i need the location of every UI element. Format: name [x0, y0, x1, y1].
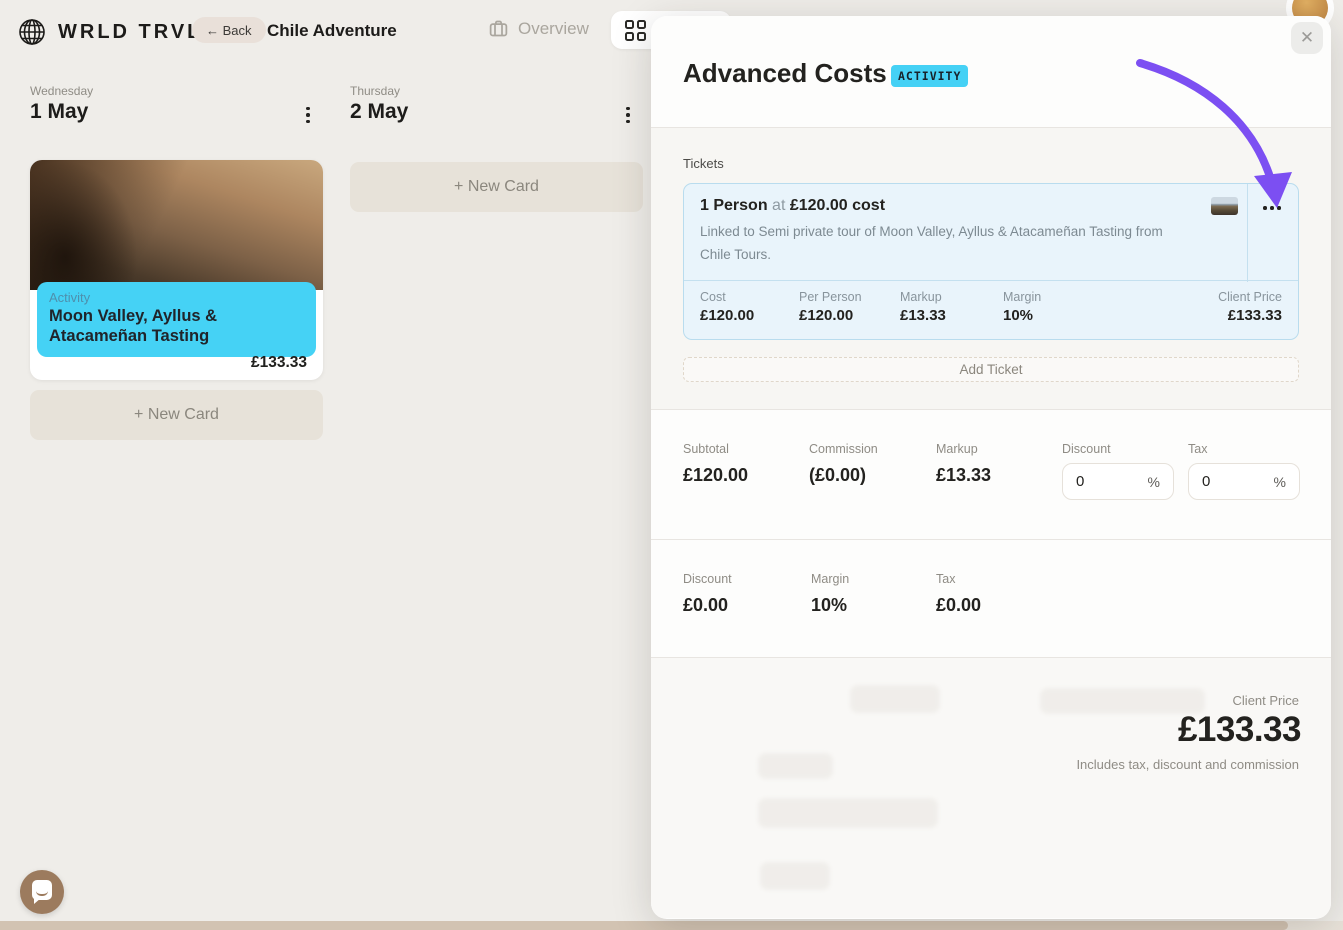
subtotal-field: Subtotal £120.00: [683, 442, 749, 485]
briefcase-icon: [489, 20, 508, 37]
day-column-thursday: Thursday 2 May + New Card: [350, 84, 643, 212]
client-price-note: Includes tax, discount and commission: [1076, 757, 1299, 772]
new-card-button[interactable]: + New Card: [350, 162, 643, 212]
brand-name: WRLD TRVL: [58, 20, 203, 43]
discount-total-field: Discount £0.00: [683, 572, 732, 615]
totals-section: Discount £0.00 Margin 10% Tax £0.00: [651, 540, 1331, 658]
tickets-section-label: Tickets: [683, 156, 724, 171]
activity-badge: ACTIVITY: [891, 65, 969, 87]
activity-card[interactable]: Activity Moon Valley, Ayllus & Atacameña…: [30, 160, 323, 380]
margin-total-field: Margin 10%: [811, 572, 850, 615]
ticket-at-label: at: [772, 197, 786, 214]
advanced-costs-modal: Advanced Costs ACTIVITY ✕ Tickets 1 Pers…: [651, 16, 1331, 919]
percent-suffix: %: [1273, 473, 1286, 490]
discount-percent-field: Discount %: [1062, 442, 1174, 500]
activity-card-image: [30, 160, 323, 290]
ticket-linked-note: Linked to Semi private tour of Moon Vall…: [700, 224, 1163, 262]
tax-percent-field: Tax %: [1188, 442, 1300, 500]
new-card-button[interactable]: + New Card: [30, 390, 323, 440]
ticket-thumbnail-image: [1211, 197, 1238, 215]
card-title: Moon Valley, Ayllus & Atacameñan Tasting: [49, 307, 218, 345]
column-menu-button[interactable]: [617, 102, 639, 128]
tax-input-box: %: [1188, 463, 1300, 500]
ticket-cost-text: £120.00 cost: [789, 197, 886, 214]
ticket-people: 1 Person: [700, 197, 768, 214]
tab-overview[interactable]: Overview: [488, 18, 589, 39]
breakdown-markup: Markup £13.33: [900, 290, 946, 324]
ticket-divider: [1247, 184, 1248, 282]
breakdown-cost: Cost £120.00: [700, 290, 755, 324]
tickets-section: Tickets 1 Person at £120.00 cost Linked …: [651, 128, 1331, 410]
globe-icon: [19, 19, 45, 45]
discount-input[interactable]: [1076, 473, 1136, 490]
breakdown-per-person: Per Person £120.00: [799, 290, 862, 324]
day-label: Thursday: [350, 84, 401, 98]
modal-title: Advanced Costs: [683, 58, 887, 88]
blurred-background-shape: [758, 753, 833, 779]
percent-suffix: %: [1147, 473, 1160, 490]
card-price: £133.33: [250, 354, 307, 371]
column-header: Thursday 2 May: [350, 84, 643, 144]
chat-bubble-icon: [32, 880, 52, 904]
client-price-value: £133.33: [1177, 710, 1302, 749]
trip-title: Chile Adventure: [267, 21, 397, 40]
activity-card-chip: Activity Moon Valley, Ayllus & Atacameña…: [37, 282, 316, 357]
horizontal-scrollbar-thumb[interactable]: [0, 921, 1288, 930]
date-label: 2 May: [350, 100, 409, 123]
client-price-label: Client Price: [1232, 693, 1299, 708]
close-icon[interactable]: ✕: [1291, 22, 1323, 54]
blurred-background-shape: [850, 685, 940, 713]
day-column-wednesday: Wednesday 1 May Activity Moon Valley, Ay…: [30, 84, 323, 440]
horizontal-scrollbar-track[interactable]: [0, 921, 1343, 930]
client-price-section: Client Price £133.33 Includes tax, disco…: [651, 658, 1331, 918]
ticket-ellipsis-menu-button[interactable]: [1257, 198, 1287, 218]
ticket-row: 1 Person at £120.00 cost Linked to Semi …: [683, 183, 1299, 340]
grid-view-icon: [625, 19, 646, 41]
column-menu-button[interactable]: [297, 102, 319, 128]
summary-section: Subtotal £120.00 Commission (£0.00) Mark…: [651, 410, 1331, 540]
tax-total-field: Tax £0.00: [936, 572, 982, 615]
modal-header: Advanced Costs ACTIVITY ✕: [651, 16, 1331, 128]
blurred-background-shape: [758, 798, 938, 828]
ticket-summary: 1 Person at £120.00 cost Linked to Semi …: [684, 184, 1247, 280]
column-header: Wednesday 1 May: [30, 84, 323, 144]
ticket-cost-breakdown: Cost £120.00 Per Person £120.00 Markup £…: [684, 280, 1298, 339]
day-label: Wednesday: [30, 84, 94, 98]
ticket-headline: 1 Person at £120.00 cost: [700, 197, 1231, 215]
breakdown-client-price: Client Price £133.33: [1218, 290, 1282, 324]
tax-input[interactable]: [1202, 473, 1262, 490]
markup-field: Markup £13.33: [936, 442, 992, 485]
tab-overview-label: Overview: [518, 18, 589, 38]
date-label: 1 May: [30, 100, 89, 123]
back-button[interactable]: ← Back: [192, 17, 266, 43]
add-ticket-button[interactable]: Add Ticket: [683, 357, 1299, 382]
blurred-background-shape: [760, 862, 830, 890]
brand-logo: WRLD TRVL: [16, 16, 202, 48]
card-type-label: Activity: [49, 290, 91, 305]
chat-widget-button[interactable]: [20, 870, 64, 914]
commission-field: Commission (£0.00): [809, 442, 878, 485]
discount-input-box: %: [1062, 463, 1174, 500]
breakdown-margin: Margin 10%: [1003, 290, 1042, 324]
